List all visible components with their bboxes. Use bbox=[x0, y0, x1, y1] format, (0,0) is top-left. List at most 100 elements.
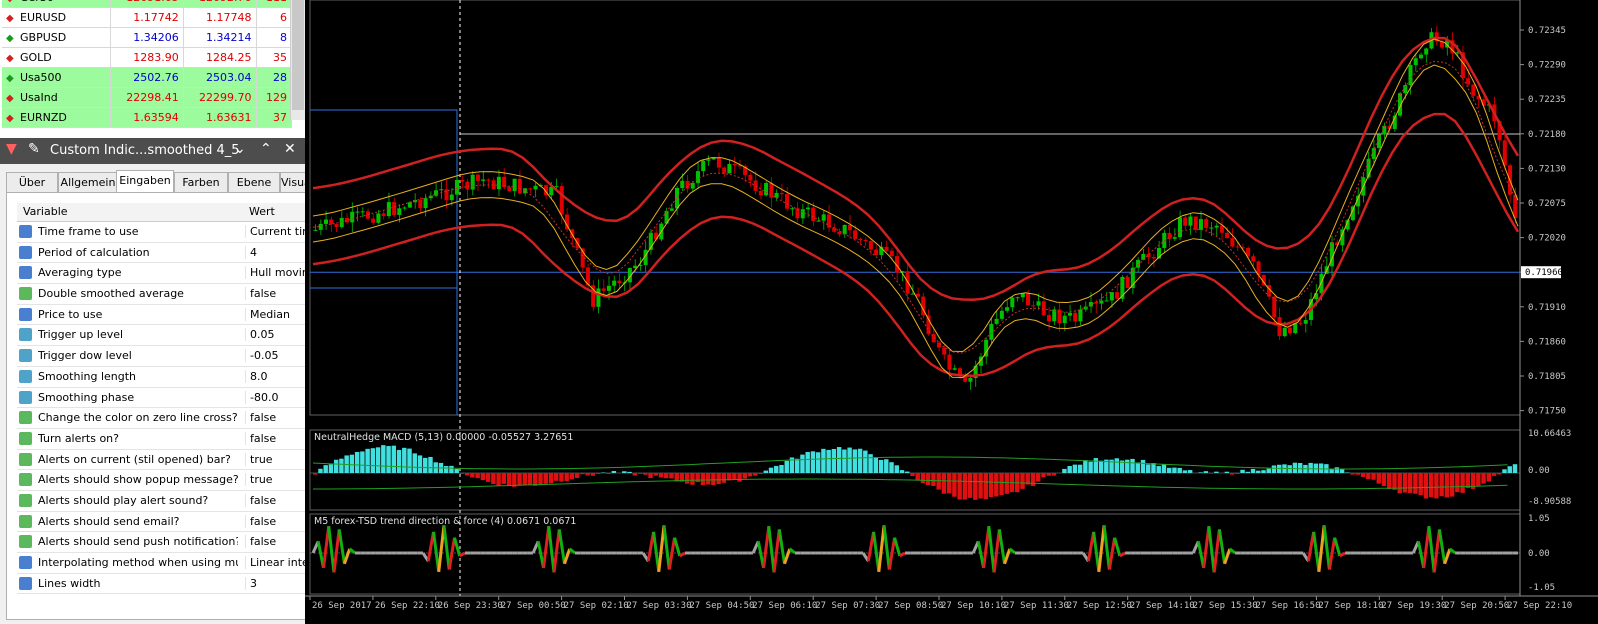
param-row[interactable]: Double smoothed average false bbox=[17, 284, 307, 305]
macd-bar bbox=[732, 473, 737, 480]
tab-eingaben[interactable]: Eingaben bbox=[116, 170, 174, 193]
param-row[interactable]: Alerts should send email? false bbox=[17, 512, 307, 533]
param-value[interactable]: false bbox=[245, 493, 312, 507]
chevron-down-icon[interactable]: ⌄ bbox=[234, 141, 246, 157]
macd-bar bbox=[805, 452, 810, 473]
param-row[interactable]: Trigger dow level -0.05 bbox=[17, 346, 307, 367]
candle-body bbox=[1214, 225, 1219, 228]
tab-uber[interactable]: Über bbox=[6, 172, 58, 192]
param-row[interactable]: Interpolating method when using multi t.… bbox=[17, 553, 312, 574]
candle-body bbox=[512, 178, 517, 192]
trend-segment bbox=[772, 529, 781, 573]
trend-segment bbox=[882, 525, 891, 570]
macd-bar bbox=[810, 451, 816, 473]
param-value[interactable]: Hull moving a bbox=[245, 266, 312, 280]
param-row[interactable]: Alerts on current (stil opened) bar? tru… bbox=[17, 450, 307, 471]
param-row[interactable]: Alerts should play alert sound? false bbox=[17, 491, 307, 512]
trend-segment bbox=[337, 529, 346, 564]
candle-body bbox=[1287, 327, 1293, 334]
param-value[interactable]: Median bbox=[245, 307, 312, 321]
market-row[interactable]: ◆ GOLD 1283.90 1284.25 35 bbox=[2, 47, 292, 68]
param-value[interactable]: true bbox=[245, 452, 312, 466]
macd-bar bbox=[449, 465, 454, 473]
param-value[interactable]: 4 bbox=[245, 245, 312, 259]
close-icon[interactable]: ✕ bbox=[284, 141, 296, 157]
market-row[interactable]: ◆ GBPUSD 1.34206 1.34214 8 bbox=[2, 27, 292, 48]
spread-cell: 35 bbox=[256, 47, 292, 68]
symbol-cell[interactable]: ◆ EURUSD bbox=[2, 7, 111, 28]
candle-body bbox=[989, 323, 994, 340]
param-value[interactable]: false bbox=[245, 287, 312, 301]
macd-bar bbox=[1271, 465, 1277, 473]
param-row[interactable]: Turn alerts on? false bbox=[17, 429, 307, 450]
param-value[interactable]: -0.05 bbox=[245, 349, 312, 363]
market-row[interactable]: ◆ EURUSD 1.17742 1.17748 6 bbox=[2, 7, 292, 28]
param-value[interactable]: 3 bbox=[245, 576, 312, 590]
tab-ebene[interactable]: Ebene bbox=[228, 172, 280, 192]
bid-cell: 1.63594 bbox=[110, 107, 184, 128]
macd-bar bbox=[1077, 464, 1083, 473]
param-row[interactable]: Price to use Median bbox=[17, 305, 307, 326]
tab-allgemein[interactable]: Allgemein bbox=[58, 172, 118, 192]
candle-body bbox=[1167, 232, 1172, 239]
param-row[interactable]: Trigger up level 0.05 bbox=[17, 325, 307, 347]
param-name: Lines width bbox=[38, 576, 101, 590]
tab-farben[interactable]: Farben bbox=[174, 172, 228, 192]
param-row[interactable]: Alerts should show popup message? true bbox=[17, 470, 307, 491]
scrollbar-thumb[interactable] bbox=[292, 0, 304, 110]
bid-cell: 1.17742 bbox=[110, 7, 184, 28]
macd-bar bbox=[590, 473, 596, 476]
market-row[interactable]: ◆ Usa500 2502.76 2503.04 28 bbox=[2, 67, 292, 88]
macd-bar bbox=[1277, 464, 1282, 473]
param-row[interactable]: Smoothing length 8.0 bbox=[17, 367, 307, 388]
param-value[interactable]: -80.0 bbox=[245, 390, 312, 404]
trend-segment bbox=[783, 548, 792, 565]
symbol-cell[interactable]: ◆ Usa500 bbox=[2, 67, 111, 88]
macd-bar bbox=[1313, 463, 1319, 473]
param-value[interactable]: 8.0 bbox=[245, 369, 312, 383]
param-row[interactable]: Smoothing phase -80.0 bbox=[17, 388, 307, 409]
pin-icon[interactable]: ✎ bbox=[28, 141, 40, 157]
param-row[interactable]: Lines width 3 bbox=[17, 574, 307, 595]
market-row[interactable]: ◆Ger30 12691.65 12692.76 111 bbox=[2, 0, 292, 8]
param-value[interactable]: Linear interp bbox=[245, 556, 312, 569]
symbol-cell[interactable]: ◆ UsaInd bbox=[2, 87, 111, 108]
int-type-icon bbox=[19, 245, 32, 259]
param-value[interactable]: false bbox=[245, 535, 312, 549]
chart-canvas[interactable]: 0.72345 0.72290 0.72235 0.72180 0.72130 0.720… bbox=[305, 0, 1598, 624]
param-value[interactable]: false bbox=[245, 431, 312, 445]
chevron-up-icon[interactable]: ⌃ bbox=[260, 141, 272, 157]
candle-body bbox=[418, 199, 423, 209]
symbol-cell[interactable]: ◆ GBPUSD bbox=[2, 27, 111, 48]
param-row[interactable]: Alerts should send push notification? fa… bbox=[17, 532, 307, 553]
tab-visual[interactable]: Visua bbox=[280, 172, 308, 192]
macd-bar bbox=[1203, 471, 1209, 473]
trend-segment bbox=[1212, 529, 1221, 573]
param-value[interactable]: true bbox=[245, 473, 312, 487]
trend-segment bbox=[657, 525, 666, 572]
param-value[interactable]: false bbox=[245, 514, 312, 528]
macd-bar bbox=[1245, 471, 1251, 473]
trend-segment bbox=[1228, 547, 1237, 555]
symbol-cell[interactable]: ◆ GOLD bbox=[2, 47, 111, 68]
symbol-cell[interactable]: ◆ EURNZD bbox=[2, 107, 111, 128]
macd-bar bbox=[899, 470, 905, 473]
param-row[interactable]: Time frame to use Current time bbox=[17, 222, 312, 243]
param-row[interactable]: Change the color on zero line cross? fal… bbox=[17, 408, 307, 429]
candle-body bbox=[1062, 315, 1067, 324]
candle-body bbox=[460, 179, 465, 182]
market-row[interactable]: ◆ UsaInd 22298.41 22299.70 129 bbox=[2, 87, 292, 108]
macd-bar bbox=[1256, 470, 1261, 473]
price-chart[interactable]: 0.72345 0.72290 0.72235 0.72180 0.72130 0.720… bbox=[305, 0, 1598, 624]
param-value[interactable]: false bbox=[245, 411, 312, 425]
trend-segment bbox=[997, 529, 1007, 564]
dialog-title: Custom Indic...smoothed 4_5 bbox=[50, 143, 240, 158]
param-value[interactable]: 0.05 bbox=[245, 328, 312, 342]
param-row[interactable]: Averaging type Hull moving a bbox=[17, 263, 312, 285]
param-value[interactable]: Current time bbox=[245, 225, 312, 238]
param-row[interactable]: Period of calculation 4 bbox=[17, 243, 307, 264]
macd-bar bbox=[931, 473, 936, 486]
symbol-cell[interactable]: ◆Ger30 bbox=[2, 0, 111, 8]
market-watch-scrollbar[interactable] bbox=[290, 0, 305, 120]
market-row[interactable]: ◆ EURNZD 1.63594 1.63631 37 bbox=[2, 107, 292, 128]
